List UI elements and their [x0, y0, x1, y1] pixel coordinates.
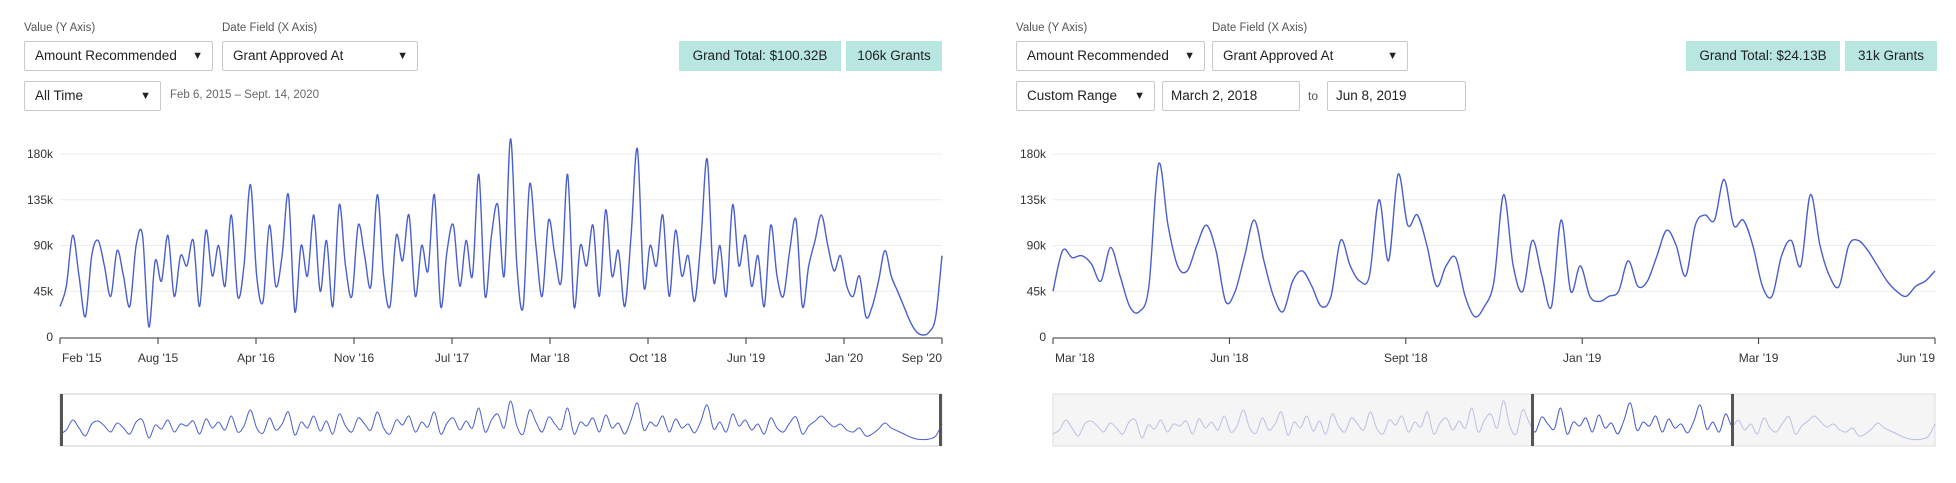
y-tick-label: 135k [27, 193, 54, 207]
overview-handle-right [1731, 394, 1734, 446]
x-tick-label: Oct '18 [629, 351, 667, 365]
y-tick-label: 135k [1020, 193, 1047, 207]
x-tick-label: Jul '17 [435, 351, 470, 365]
x-tick-label: Jun '19 [727, 351, 766, 365]
series-line [1052, 162, 1936, 318]
y-tick-label: 45k [1027, 284, 1047, 298]
chart-panel-right: Value (Y Axis) Amount Recommended ▼ Date… [996, 0, 1956, 483]
overview-window [61, 393, 941, 447]
x-tick-label: Nov '16 [334, 351, 375, 365]
y-tick-label: 90k [34, 239, 54, 253]
x-tick-label: Aug '15 [138, 351, 179, 365]
x-tick-label: Jan '20 [825, 351, 864, 365]
overview-handle-left [1531, 394, 1534, 446]
y-tick-label: 90k [1027, 239, 1047, 253]
overview-window [1532, 393, 1733, 447]
overview-handle-right [939, 394, 942, 446]
x-tick-label: Mar '18 [530, 351, 570, 365]
series-line [59, 138, 943, 336]
y-tick-label: 0 [1039, 330, 1046, 344]
overview-dim-left [1052, 393, 1534, 447]
y-tick-label: 180k [27, 147, 54, 161]
x-tick-label: Mar '19 [1739, 351, 1779, 365]
line-chart-right: 0 45k 90k 135k 180k Mar '18 Jun '18 Sept '18 Jan… [1020, 147, 1936, 447]
x-tick-label: Sep '20 [902, 351, 943, 365]
x-tick-label: Jun '18 [1210, 351, 1249, 365]
y-tick-label: 180k [1020, 147, 1047, 161]
x-tick-label: Sept '18 [1384, 351, 1428, 365]
overview-handle-left [60, 394, 63, 446]
x-tick-label: Apr '16 [237, 351, 275, 365]
y-tick-label: 45k [34, 284, 54, 298]
x-tick-label: Jun '19 [1897, 351, 1936, 365]
line-chart-left: 0 45k 90k 135k 180k Feb '15 Aug '15 Apr '16 Nov … [27, 138, 943, 447]
x-tick-label: Jan '19 [1563, 351, 1602, 365]
x-tick-label: Feb '15 [62, 351, 102, 365]
y-tick-label: 0 [46, 330, 53, 344]
chart-panel-left: Value (Y Axis) Amount Recommended ▼ Date… [0, 0, 960, 483]
x-tick-label: Mar '18 [1055, 351, 1095, 365]
